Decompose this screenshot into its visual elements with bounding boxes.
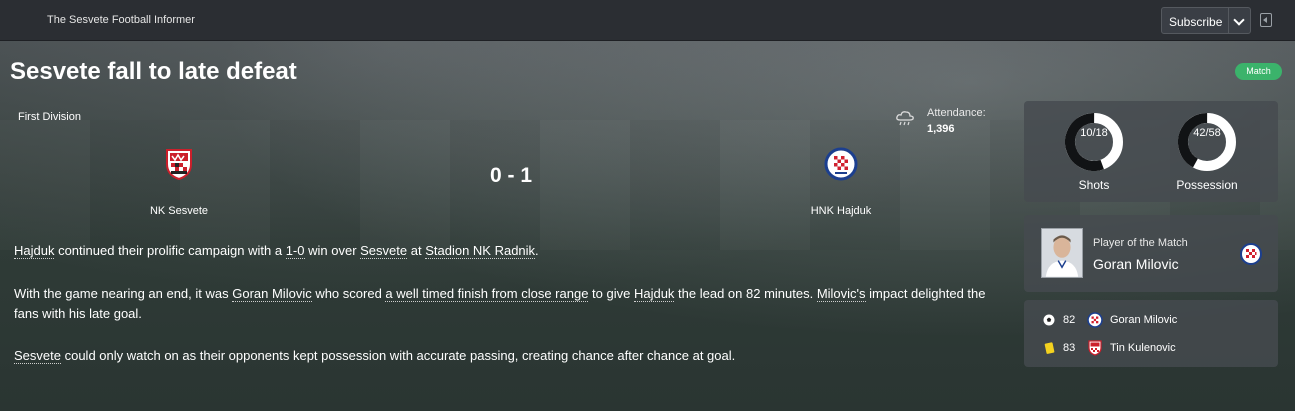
text-run: to give	[588, 286, 634, 301]
shots-value: 10/18	[1080, 127, 1108, 139]
text-run: .	[535, 243, 539, 258]
event-row[interactable]: 83 Tin Kulenovic	[1024, 339, 1278, 359]
home-team-name[interactable]: NK Sesvete	[119, 205, 239, 217]
hnk-hajduk-crest-icon[interactable]	[824, 147, 858, 181]
text-run: the lead on 82 minutes.	[674, 286, 817, 301]
possession-donut	[1178, 113, 1236, 171]
text-run: win over	[304, 243, 361, 258]
hnk-hajduk-crest-icon[interactable]	[1087, 312, 1103, 328]
nk-sesvete-crest-icon[interactable]	[162, 147, 196, 181]
publication-name: The Sesvete Football Informer	[47, 14, 195, 26]
text-run: who scored	[311, 286, 386, 301]
text-run: at	[407, 243, 426, 258]
match-badge: Match	[1235, 63, 1282, 80]
attendance-value: 1,396	[927, 123, 955, 135]
nk-sesvete-crest-icon[interactable]	[1087, 340, 1103, 356]
match-stats-panel: 10/18 Shots 42/58 Possession	[1024, 101, 1278, 202]
top-bar: The Sesvete Football Informer Subscribe	[0, 0, 1295, 41]
event-player[interactable]: Goran Milovic	[1110, 314, 1177, 326]
potm-player-name[interactable]: Goran Milovic	[1093, 256, 1179, 272]
link-stadium[interactable]: Stadion NK Radnik	[425, 243, 536, 259]
link-hajduk[interactable]: Hajduk	[633, 286, 675, 302]
potm-label: Player of the Match	[1093, 237, 1188, 249]
possession-label: Possession	[1176, 178, 1238, 192]
player-of-the-match-panel[interactable]: Player of the Match Goran Milovic	[1024, 215, 1278, 292]
article-paragraph-2: With the game nearing an end, it was Gor…	[14, 284, 994, 324]
shots-label: Shots	[1078, 178, 1110, 192]
text-run: continued their prolific campaign with a	[54, 243, 286, 258]
article-headline: Sesvete fall to late defeat	[10, 58, 297, 85]
text-run: With the game nearing an end, it was	[14, 286, 233, 301]
event-row[interactable]: 82 Goran Milovic	[1024, 311, 1278, 331]
collapse-panel-icon[interactable]	[1260, 13, 1272, 27]
subscribe-label: Subscribe	[1169, 15, 1223, 29]
hnk-hajduk-crest-icon[interactable]	[1240, 243, 1262, 265]
possession-value: 42/58	[1193, 127, 1221, 139]
competition-name[interactable]: First Division	[18, 111, 81, 123]
article-paragraph-1: Hajduk continued their prolific campaign…	[14, 241, 994, 261]
text-run: could only watch on as their opponents k…	[60, 348, 736, 363]
yellow-card-icon	[1044, 342, 1055, 354]
event-player[interactable]: Tin Kulenovic	[1110, 342, 1176, 354]
link-hajduk[interactable]: Hajduk	[14, 243, 55, 259]
link-sesvete[interactable]: Sesvete	[360, 243, 408, 259]
link-goal-description[interactable]: a well timed finish from close range	[385, 286, 589, 302]
player-photo[interactable]	[1041, 228, 1083, 278]
chevron-down-icon[interactable]	[1228, 8, 1250, 33]
football-icon	[1043, 314, 1055, 326]
link-goran-milovic[interactable]: Goran Milovic	[232, 286, 312, 302]
link-milovic[interactable]: Milovic's	[816, 286, 866, 302]
attendance-label: Attendance:	[927, 107, 986, 119]
match-events-panel: 82 Goran Milovic 83 Tin Kulenovic	[1024, 300, 1278, 367]
match-score: 0 - 1	[489, 164, 533, 187]
subscribe-button[interactable]: Subscribe	[1161, 7, 1251, 34]
event-minute: 83	[1063, 342, 1076, 354]
article-paragraph-3: Sesvete could only watch on as their opp…	[14, 346, 994, 366]
link-score[interactable]: 1-0	[285, 243, 305, 259]
link-sesvete[interactable]: Sesvete	[14, 348, 61, 364]
event-minute: 82	[1063, 314, 1076, 326]
away-team-name[interactable]: HNK Hajduk	[781, 205, 901, 217]
shots-donut	[1065, 113, 1123, 171]
cloud-rain-icon	[896, 111, 914, 126]
